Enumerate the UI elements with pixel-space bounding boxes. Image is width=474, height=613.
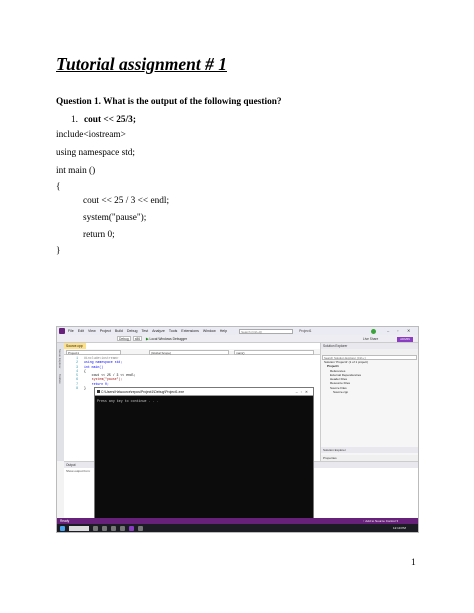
code-line-open-brace: { bbox=[56, 182, 61, 192]
menu-tools[interactable]: Tools bbox=[169, 329, 177, 333]
list-item-text: cout << 25/3; bbox=[84, 115, 136, 125]
live-share-button[interactable]: Live Share bbox=[363, 337, 378, 341]
code-line-cout: cout << 25 / 3 << endl; bbox=[83, 196, 170, 206]
menu-analyze[interactable]: Analyze bbox=[152, 329, 165, 333]
console-title: C:\Users\Ha\source\repos\Project1\Debug\… bbox=[101, 390, 185, 394]
menu-file[interactable]: File bbox=[68, 329, 74, 333]
scope-dropdown[interactable]: (Global Scope) bbox=[149, 349, 229, 355]
page-number: 1 bbox=[411, 558, 416, 568]
project-dropdown[interactable]: Project1 bbox=[66, 349, 121, 355]
mail-icon[interactable] bbox=[120, 525, 125, 531]
code-lines: 1 #include<iostream> 2 using namespace std… bbox=[64, 356, 320, 390]
menu-view[interactable]: View bbox=[88, 329, 96, 333]
console-app-icon[interactable] bbox=[138, 525, 143, 531]
admin-badge[interactable]: ADMIN bbox=[397, 336, 413, 342]
run-label: Local Windows Debugger bbox=[149, 336, 188, 341]
code-line-close-brace: } bbox=[56, 246, 61, 256]
console-icon bbox=[96, 390, 100, 393]
windows-start-icon[interactable] bbox=[60, 525, 65, 531]
list-number: 1. bbox=[71, 115, 78, 125]
toolbar: Debug x86 ▶ Local Windows Debugger Live … bbox=[57, 335, 418, 343]
left-tool-tabs: Server Explorer Toolbox bbox=[57, 343, 64, 461]
visual-studio-icon[interactable] bbox=[129, 525, 134, 531]
code-line-main: int main () bbox=[56, 166, 96, 176]
config-select[interactable]: Debug bbox=[117, 336, 131, 341]
project-name: Project1 bbox=[299, 329, 312, 333]
platform-select[interactable]: x86 bbox=[132, 336, 143, 341]
menu-bar: File Edit View Project Build Debug Test … bbox=[57, 327, 418, 335]
minimize-icon[interactable]: – bbox=[387, 328, 389, 333]
code-line-return: return 0; bbox=[83, 230, 115, 240]
browser-icon[interactable] bbox=[111, 525, 116, 531]
menu-window[interactable]: Window bbox=[203, 329, 216, 333]
tab-solution-explorer[interactable]: Solution Explorer bbox=[321, 447, 418, 453]
menu-debug[interactable]: Debug bbox=[127, 329, 138, 333]
member-dropdown[interactable]: main() bbox=[234, 349, 314, 355]
solution-explorer-panel: Solution Explorer Search Solution Explor… bbox=[320, 343, 418, 461]
file-explorer-icon[interactable] bbox=[102, 525, 107, 531]
play-icon: ▶ bbox=[146, 336, 149, 341]
code-line-include: include<iostream> bbox=[56, 130, 126, 140]
code-line-namespace: using namespace std; bbox=[56, 148, 136, 158]
visual-studio-logo-icon bbox=[59, 328, 65, 334]
run-button[interactable]: ▶ Local Windows Debugger bbox=[146, 337, 187, 341]
navigation-bar: Project1 (Global Scope) main() bbox=[64, 349, 320, 355]
windows-taskbar: 12:19 PM bbox=[57, 524, 418, 532]
taskbar-search[interactable] bbox=[69, 525, 89, 531]
console-output: Press any key to continue . . . bbox=[97, 399, 159, 403]
taskbar-clock: 12:19 PM bbox=[393, 526, 406, 530]
tree-item-source-cpp[interactable]: Source.cpp bbox=[321, 390, 418, 394]
menu-test[interactable]: Test bbox=[142, 329, 149, 333]
code-line-system: system("pause"); bbox=[83, 213, 147, 223]
console-title-bar: C:\Users\Ha\source\repos\Project1\Debug\… bbox=[95, 388, 313, 396]
search-input[interactable]: Search (Ctrl+Q) bbox=[239, 328, 294, 334]
document-title: Tutorial assignment # 1 bbox=[56, 54, 227, 74]
avatar[interactable] bbox=[371, 328, 376, 334]
ide-screenshot: File Edit View Project Build Debug Test … bbox=[56, 326, 419, 533]
maximize-icon[interactable]: ▫ bbox=[397, 328, 398, 333]
tab-toolbox[interactable]: Toolbox bbox=[58, 374, 62, 384]
menu-project[interactable]: Project bbox=[100, 329, 111, 333]
menu-edit[interactable]: Edit bbox=[78, 329, 84, 333]
menu-extensions[interactable]: Extensions bbox=[181, 329, 199, 333]
tab-server-explorer[interactable]: Server Explorer bbox=[58, 349, 62, 368]
menu-build[interactable]: Build bbox=[115, 329, 123, 333]
question-heading: Question 1. What is the output of the fo… bbox=[56, 97, 282, 107]
menu-help[interactable]: Help bbox=[220, 329, 227, 333]
close-icon[interactable]: ✕ bbox=[407, 328, 410, 333]
task-view-icon[interactable] bbox=[93, 525, 98, 531]
console-window[interactable]: C:\Users\Ha\source\repos\Project1\Debug\… bbox=[94, 387, 314, 520]
console-window-controls[interactable]: –▫✕ bbox=[296, 388, 311, 396]
